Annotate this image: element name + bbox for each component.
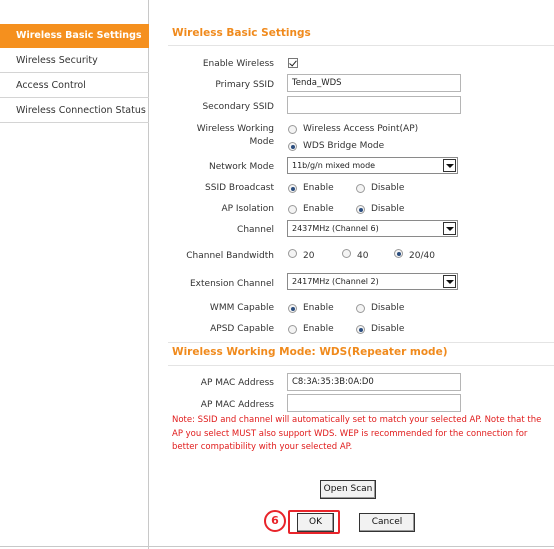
open-scan-button[interactable]: Open Scan	[320, 480, 376, 499]
ap-mac-address-input-1[interactable]: C8:3A:35:3B:0A:D0	[287, 373, 461, 391]
mode-ap-label: Wireless Access Point(AP)	[303, 124, 419, 134]
section-divider	[168, 342, 554, 343]
bandwidth-2040-radio[interactable]	[394, 249, 403, 258]
network-mode-value: 11b/g/n mixed mode	[292, 161, 376, 170]
extension-channel-value: 2417MHz (Channel 2)	[292, 277, 379, 286]
channel-bandwidth-label: Channel Bandwidth	[186, 251, 274, 261]
working-mode-label-line1: Wireless Working	[196, 124, 274, 134]
extension-channel-label: Extension Channel	[190, 279, 274, 289]
wmm-disable-radio[interactable]	[356, 304, 365, 313]
ap-isolation-label: AP Isolation	[221, 204, 274, 214]
ssid-broadcast-enable-label: Enable	[303, 183, 334, 193]
mode-wds-label: WDS Bridge Mode	[303, 141, 385, 151]
bandwidth-20-label: 20	[303, 251, 315, 261]
ssid-broadcast-disable-label: Disable	[371, 183, 405, 193]
main-panel: Wireless Basic Settings Enable Wireless …	[158, 0, 554, 549]
section-title-basic: Wireless Basic Settings	[172, 27, 311, 39]
sidebar-item-wireless-connection-status[interactable]: Wireless Connection Status	[0, 99, 149, 123]
ap-isolation-enable-radio[interactable]	[288, 205, 297, 214]
mode-wds-radio[interactable]	[288, 142, 297, 151]
bandwidth-2040-label: 20/40	[409, 251, 435, 261]
primary-ssid-input[interactable]: Tenda_WDS	[287, 74, 461, 92]
bandwidth-40-radio[interactable]	[342, 249, 351, 258]
apsd-disable-label: Disable	[371, 324, 405, 334]
sidebar-item-wireless-basic-settings[interactable]: Wireless Basic Settings	[0, 24, 149, 48]
bandwidth-20-radio[interactable]	[288, 249, 297, 258]
channel-label: Channel	[237, 225, 274, 235]
cancel-button[interactable]: Cancel	[359, 513, 415, 532]
extension-channel-select[interactable]: 2417MHz (Channel 2)	[287, 273, 458, 290]
network-mode-label: Network Mode	[209, 162, 274, 172]
secondary-ssid-input[interactable]	[287, 96, 461, 114]
enable-wireless-checkbox[interactable]	[288, 58, 298, 68]
channel-select[interactable]: 2437MHz (Channel 6)	[287, 220, 458, 237]
chevron-down-icon	[443, 159, 456, 172]
channel-value: 2437MHz (Channel 6)	[292, 224, 379, 233]
ssid-broadcast-enable-radio[interactable]	[288, 184, 297, 193]
wmm-disable-label: Disable	[371, 303, 405, 313]
apsd-disable-radio[interactable]	[356, 325, 365, 334]
working-mode-label-line2: Mode	[249, 137, 274, 147]
bandwidth-40-label: 40	[357, 251, 369, 261]
ap-isolation-disable-label: Disable	[371, 204, 405, 214]
sidebar-item-access-control[interactable]: Access Control	[0, 74, 149, 98]
ssid-broadcast-label: SSID Broadcast	[205, 183, 274, 193]
ok-button[interactable]: OK	[297, 513, 334, 532]
apsd-capable-label: APSD Capable	[210, 324, 274, 334]
ap-mac-address-label-2: AP MAC Address	[200, 400, 274, 410]
ssid-broadcast-disable-radio[interactable]	[356, 184, 365, 193]
ap-isolation-disable-radio[interactable]	[356, 205, 365, 214]
enable-wireless-label: Enable Wireless	[202, 59, 274, 69]
ap-isolation-enable-label: Enable	[303, 204, 334, 214]
apsd-enable-radio[interactable]	[288, 325, 297, 334]
step-number-badge: 6	[264, 510, 286, 532]
chevron-down-icon	[443, 275, 456, 288]
mode-ap-radio[interactable]	[288, 125, 297, 134]
secondary-ssid-label: Secondary SSID	[202, 102, 274, 112]
bottom-border	[0, 546, 554, 547]
chevron-down-icon	[443, 222, 456, 235]
network-mode-select[interactable]: 11b/g/n mixed mode	[287, 157, 458, 174]
sidebar-item-wireless-security[interactable]: Wireless Security	[0, 49, 149, 73]
section-title-wds: Wireless Working Mode: WDS(Repeater mode…	[172, 346, 448, 358]
apsd-enable-label: Enable	[303, 324, 334, 334]
wds-note: Note: SSID and channel will automaticall…	[172, 415, 542, 452]
section-divider	[168, 365, 554, 366]
wmm-enable-label: Enable	[303, 303, 334, 313]
wmm-capable-label: WMM Capable	[209, 303, 274, 313]
ap-mac-address-label-1: AP MAC Address	[200, 378, 274, 388]
wmm-enable-radio[interactable]	[288, 304, 297, 313]
section-divider	[168, 45, 554, 46]
sidebar: Wireless Basic Settings Wireless Securit…	[0, 0, 149, 549]
primary-ssid-label: Primary SSID	[215, 80, 274, 90]
ap-mac-address-input-2[interactable]	[287, 394, 461, 412]
